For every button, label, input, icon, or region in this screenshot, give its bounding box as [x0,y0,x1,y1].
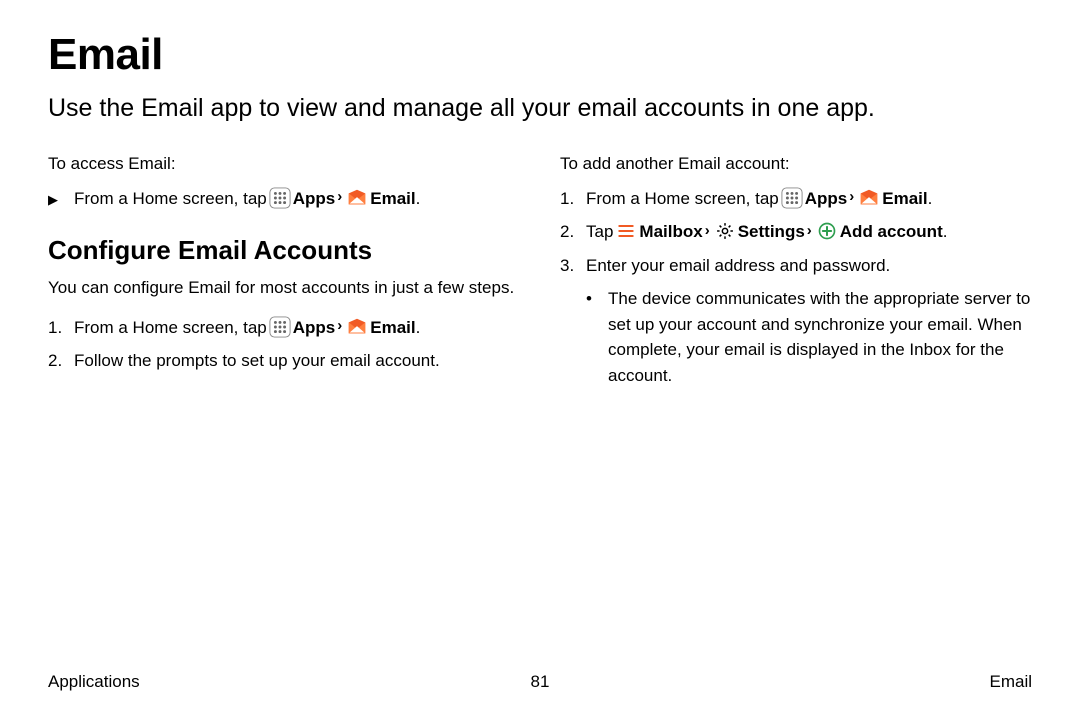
manual-page: Email Use the Email app to view and mana… [0,0,1080,720]
email-envelope-icon [346,316,368,338]
plus-circle-icon [816,220,838,242]
access-step: ▶ From a Home screen, tap Apps › [48,186,520,212]
step-text: Enter your email address and password. [586,253,1032,279]
apps-grid-icon [781,187,803,209]
access-step-text: From a Home screen, tap [74,186,267,212]
settings-label: Settings [738,219,805,245]
step-number: 1. [48,315,74,341]
chevron-right-icon: › [703,220,712,243]
apps-label: Apps [805,186,848,212]
step-number: 3. [560,253,586,279]
list-item: 2. Tap Mailbox › [560,219,1032,245]
list-item: 1. From a Home screen, tap Apps [560,186,1032,212]
chevron-right-icon: › [335,186,344,209]
chevron-right-icon: › [847,186,856,209]
step-text: Follow the prompts to set up your email … [74,348,520,374]
page-footer: Applications 81 Email [0,672,1080,692]
email-label: Email [370,315,415,341]
page-intro: Use the Email app to view and manage all… [48,92,1032,126]
configure-heading: Configure Email Accounts [48,235,520,266]
access-label: To access Email: [48,154,520,174]
right-column: To add another Email account: 1. From a … [560,154,1032,389]
mailbox-label: Mailbox [639,219,702,245]
left-column: To access Email: ▶ From a Home screen, t… [48,154,520,389]
list-item: 3. Enter your email address and password… [560,253,1032,279]
email-label: Email [370,186,415,212]
step-number: 1. [560,186,586,212]
sub-bullet-item: • The device communicates with the appro… [586,286,1032,388]
list-item: 2. Follow the prompts to set up your ema… [48,348,520,374]
email-envelope-icon [346,187,368,209]
footer-left: Applications [48,672,140,692]
add-account-label: To add another Email account: [560,154,1032,174]
chevron-right-icon: › [335,315,344,338]
list-item: 1. From a Home screen, tap Apps [48,315,520,341]
apps-grid-icon [269,316,291,338]
email-envelope-icon [858,187,880,209]
two-column-layout: To access Email: ▶ From a Home screen, t… [48,154,1032,389]
email-label: Email [882,186,927,212]
sub-bullet-text: The device communicates with the appropr… [608,286,1032,388]
gear-icon [714,220,736,242]
step-number: 2. [48,348,74,374]
add-account-bold-label: Add account [840,219,943,245]
step-text: Tap [586,219,613,245]
apps-grid-icon [269,187,291,209]
chevron-right-icon: › [805,220,814,243]
apps-label: Apps [293,186,336,212]
step-number: 2. [560,219,586,245]
apps-label: Apps [293,315,336,341]
bullet-dot-icon: • [586,286,608,388]
footer-page-number: 81 [0,672,1080,692]
step-text: From a Home screen, tap [586,186,779,212]
hamburger-menu-icon [615,220,637,242]
triangle-bullet-icon: ▶ [48,187,74,211]
step-text: From a Home screen, tap [74,315,267,341]
footer-right: Email [989,672,1032,692]
page-title: Email [48,30,1032,80]
configure-intro: You can configure Email for most account… [48,276,520,301]
